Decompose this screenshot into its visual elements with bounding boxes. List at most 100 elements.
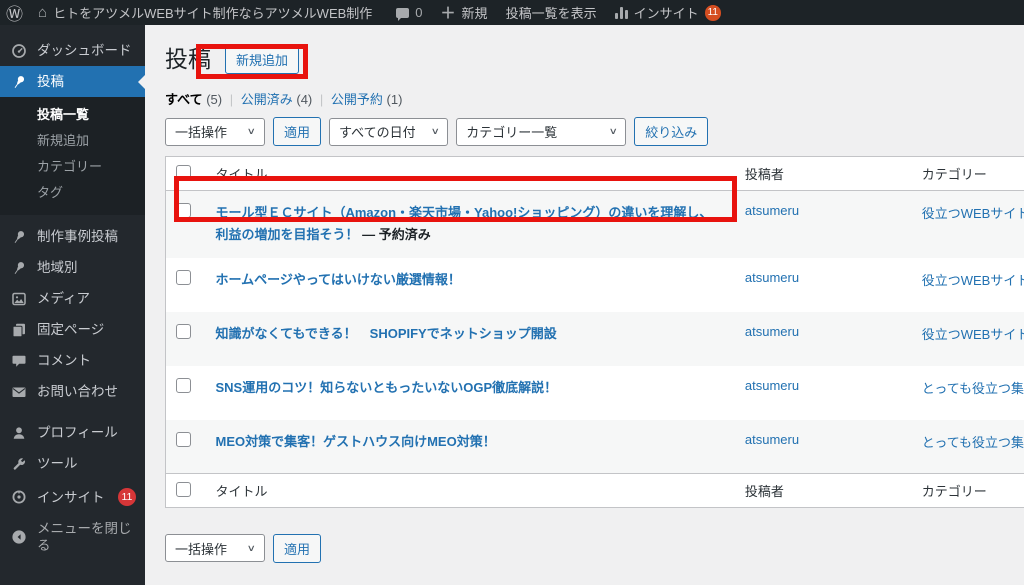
sidebar-item-comments[interactable]: コメント: [0, 345, 145, 376]
admin-sidebar: ダッシュボード 投稿 投稿一覧 新規追加 カテゴリー タグ 制作事例投稿 地域別…: [0, 25, 146, 585]
admin-bar: Ⓦ ⌂ ヒトをアツメルWEBサイト制作ならアツメルWEB制作 0 ＋ 新規 投稿…: [0, 0, 1024, 25]
submenu-label: 投稿一覧: [37, 107, 90, 122]
sidebar-item-pages[interactable]: 固定ページ: [0, 314, 145, 345]
sidebar-item-contact[interactable]: お問い合わせ: [0, 376, 145, 407]
author-link[interactable]: atsumeru: [745, 270, 799, 285]
chevron-down-icon: ∨: [608, 126, 618, 136]
new-content-link[interactable]: ＋ 新規: [432, 0, 497, 25]
insights-adminbar-link[interactable]: インサイト 11: [606, 0, 730, 25]
new-label: 新規: [461, 6, 488, 21]
filter-scheduled-link[interactable]: 公開予約: [331, 92, 383, 107]
select-all-checkbox[interactable]: [176, 481, 191, 497]
date-filter-select[interactable]: すべての日付 ∨: [329, 117, 449, 146]
add-new-button[interactable]: 新規追加: [225, 45, 300, 74]
category-link[interactable]: 役立つWEBサイト構築: [922, 206, 1024, 221]
table-footer-row: タイトル 投稿者 カテゴリー: [165, 473, 1024, 508]
user-icon: [10, 425, 28, 441]
category-link[interactable]: とっても役立つ集客知識: [922, 435, 1024, 450]
comments-link[interactable]: 0: [387, 0, 431, 25]
column-footer-title[interactable]: タイトル: [205, 473, 735, 508]
table-row: MEO対策で集客！ゲストハウス向けMEO対策！ atsumeru とっても役立つ…: [165, 419, 1024, 474]
filter-count: (4): [296, 92, 313, 107]
category-link[interactable]: 役立つWEBサイト構築: [922, 327, 1024, 342]
plus-icon: ＋: [440, 5, 456, 22]
post-title-link[interactable]: モール型ＥＣサイト（Amazon・楽天市場・Yahoo!ショッピング）の違いを理…: [215, 205, 712, 242]
sidebar-item-label: ツール: [37, 456, 78, 471]
site-name-label: ヒトをアツメルWEBサイト制作ならアツメルWEB制作: [53, 6, 373, 21]
apply-button[interactable]: 適用: [273, 117, 322, 146]
sidebar-item-regional[interactable]: 地域別: [0, 252, 145, 283]
post-status-suffix: — 予約済み: [358, 226, 431, 242]
sidebar-item-tools[interactable]: ツール: [0, 448, 145, 479]
pin-icon: [10, 229, 28, 245]
select-all-checkbox[interactable]: [176, 164, 191, 180]
row-checkbox[interactable]: [176, 377, 191, 393]
filter-count: (5): [206, 92, 223, 107]
sidebar-item-posts[interactable]: 投稿: [0, 66, 146, 97]
site-name-link[interactable]: ⌂ ヒトをアツメルWEBサイト制作ならアツメルWEB制作: [29, 0, 381, 25]
filter-separator: |: [319, 92, 324, 107]
sidebar-item-insights[interactable]: インサイト 11: [0, 481, 145, 513]
page-title: 投稿: [165, 46, 211, 73]
chevron-down-icon: ∨: [247, 126, 257, 136]
category-filter-select[interactable]: カテゴリー一覧 ∨: [456, 117, 627, 146]
post-title-link[interactable]: MEO対策で集客！ゲストハウス向けMEO対策！: [215, 434, 495, 449]
submenu-label: カテゴリー: [37, 159, 103, 174]
post-title-link[interactable]: SNS運用のコツ！知らないともったいないOGP徹底解説！: [215, 380, 557, 395]
sidebar-item-case-studies[interactable]: 制作事例投稿: [0, 221, 145, 252]
sidebar-item-label: コメント: [37, 353, 91, 368]
posts-submenu: 投稿一覧 新規追加 カテゴリー タグ: [0, 97, 145, 215]
view-posts-label: 投稿一覧を表示: [505, 6, 597, 21]
bulk-action-value: 一括操作: [175, 125, 228, 140]
chevron-down-icon: ∨: [247, 542, 257, 553]
table-header-row: タイトル 投稿者 カテゴリー: [165, 156, 1024, 191]
sidebar-item-dashboard[interactable]: ダッシュボード: [0, 35, 145, 66]
sidebar-item-label: メニューを閉じる: [37, 521, 132, 553]
row-checkbox[interactable]: [176, 269, 191, 285]
category-link[interactable]: 役立つWEBサイト構築: [922, 273, 1024, 288]
date-filter-value: すべての日付: [339, 125, 416, 140]
collapse-menu-icon: [10, 529, 28, 545]
author-link[interactable]: atsumeru: [745, 203, 799, 218]
submenu-item-tags[interactable]: タグ: [0, 180, 145, 206]
bulk-action-select[interactable]: 一括操作 ∨: [165, 117, 265, 146]
insights-label: インサイト: [633, 6, 699, 21]
category-link[interactable]: とっても役立つ集客知識: [922, 381, 1024, 396]
posts-table: タイトル 投稿者 カテゴリー モール型ＥＣサイト（Amazon・楽天市場・Yah…: [165, 156, 1024, 509]
author-link[interactable]: atsumeru: [745, 432, 799, 447]
status-filter-links: すべて (5) | 公開済み (4) | 公開予約 (1): [165, 89, 1024, 108]
submenu-label: 新規追加: [37, 133, 90, 148]
post-title-link[interactable]: 知識がなくてもできる！ SHOPIFYでネットショップ開設: [215, 326, 556, 341]
sidebar-item-label: インサイト: [37, 489, 105, 505]
row-checkbox[interactable]: [176, 323, 191, 339]
bulk-action-select-bottom[interactable]: 一括操作 ∨: [165, 534, 265, 563]
table-row: モール型ＥＣサイト（Amazon・楽天市場・Yahoo!ショッピング）の違いを理…: [165, 190, 1024, 258]
sidebar-item-media[interactable]: メディア: [0, 283, 145, 314]
column-header-title[interactable]: タイトル: [205, 156, 735, 191]
sidebar-item-label: 制作事例投稿: [37, 229, 118, 244]
comments-icon: [10, 353, 28, 369]
submenu-item-categories[interactable]: カテゴリー: [0, 154, 145, 180]
row-checkbox[interactable]: [176, 431, 191, 447]
filter-published-link[interactable]: 公開済み: [241, 92, 293, 107]
filter-count: (1): [386, 92, 403, 107]
sidebar-item-collapse-menu[interactable]: メニューを閉じる: [0, 513, 145, 561]
filter-button[interactable]: 絞り込み: [634, 117, 709, 146]
author-link[interactable]: atsumeru: [745, 378, 799, 393]
sidebar-item-label: お問い合わせ: [37, 384, 118, 399]
column-footer-category: カテゴリー: [911, 473, 1024, 508]
apply-button-bottom[interactable]: 適用: [273, 534, 322, 564]
view-posts-link[interactable]: 投稿一覧を表示: [497, 0, 606, 25]
submenu-item-add-new[interactable]: 新規追加: [0, 128, 145, 154]
dashboard-icon: [10, 43, 28, 59]
submenu-item-all-posts[interactable]: 投稿一覧: [0, 102, 145, 128]
row-checkbox[interactable]: [176, 203, 191, 218]
pin-icon: [10, 74, 28, 90]
sidebar-item-label: 固定ページ: [37, 322, 105, 337]
post-title-link[interactable]: ホームページやってはいけない厳選情報！: [215, 272, 460, 287]
sidebar-item-label: メディア: [37, 291, 91, 306]
filter-all-link[interactable]: すべて: [165, 92, 203, 107]
wp-logo-menu[interactable]: Ⓦ: [0, 0, 29, 25]
author-link[interactable]: atsumeru: [745, 324, 799, 339]
sidebar-item-profile[interactable]: プロフィール: [0, 417, 145, 448]
